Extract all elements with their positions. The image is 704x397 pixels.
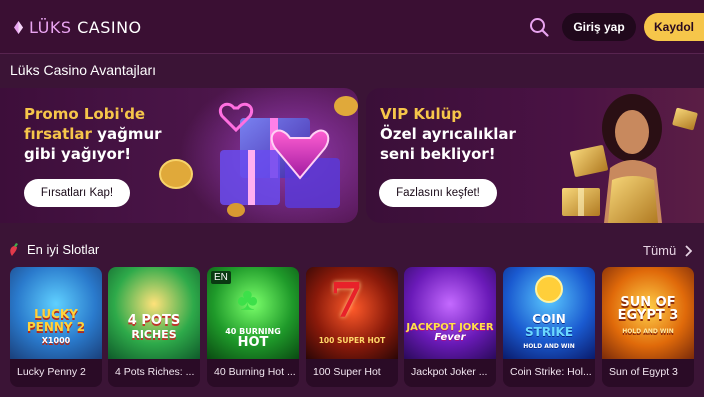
advantages-title: Lüks Casino Avantajları [10, 62, 157, 78]
slot-card[interactable]: 4 POTS RICHES 4 Pots Riches: ... [108, 267, 200, 387]
art-line: JACKPOT JOKER [406, 321, 494, 333]
art-line: HOT [237, 335, 269, 351]
slot-art-title: SUN OF EGYPT 3 HOLD AND WIN [618, 290, 679, 337]
promo-title-line3: gibi yağıyor! [24, 145, 132, 163]
slot-thumbnail: EN ♣ 40 BURNING HOT [207, 267, 299, 359]
art-line: EGYPT 3 [617, 308, 679, 324]
slot-name: Sun of Egypt 3 [609, 366, 678, 378]
register-button[interactable]: Kaydol [644, 13, 704, 41]
search-icon[interactable] [528, 16, 550, 38]
art-line: HOLD AND WIN [622, 327, 674, 335]
logo[interactable]: LÜKS CASINO [14, 16, 142, 38]
slot-name: Lucky Penny 2 [17, 366, 86, 378]
art-line: PENNY 2 [26, 319, 86, 334]
slot-card[interactable]: SUN OF EGYPT 3 HOLD AND WIN Sun of Egypt… [602, 267, 694, 387]
slot-card[interactable]: EN ♣ 40 BURNING HOT 40 Burning Hot ... [207, 267, 299, 387]
slot-name: Jackpot Joker ... [411, 366, 488, 378]
chevron-right-icon [685, 244, 693, 257]
coin-icon [535, 275, 563, 303]
logo-text-part2: CASINO [77, 17, 142, 37]
slot-name: 40 Burning Hot ... [214, 366, 296, 378]
slot-name: Coin Strike: Hol... [510, 366, 592, 378]
login-button[interactable]: Giriş yap [562, 13, 636, 41]
vip-club-banner[interactable]: VIP Kulüp Özel ayrıcalıklar seni bekliyo… [366, 88, 704, 223]
slot-thumbnail: 4 POTS RICHES [108, 267, 200, 359]
promo-title-highlight: fırsatlar [24, 125, 92, 143]
slot-card[interactable]: JACKPOT JOKER Fever Jackpot Joker ... [404, 267, 496, 387]
slot-name: 4 Pots Riches: ... [115, 366, 195, 378]
discover-more-button[interactable]: Fazlasını keşfet! [379, 179, 497, 207]
logo-text: LÜKS CASINO [29, 18, 142, 37]
diamond-icon [14, 20, 23, 34]
art-line: X1000 [41, 336, 71, 346]
slot-thumbnail: LUCKY PENNY 2 X1000 [10, 267, 102, 359]
vip-title-line2: Özel ayrıcalıklar [380, 125, 516, 143]
logo-text-part1: LÜKS [29, 17, 72, 37]
slot-thumbnail: 7 100 SUPER HOT [306, 267, 398, 359]
top-slots-header: En iyi Slotlar [8, 242, 99, 257]
art-line: RICHES [131, 328, 177, 341]
see-all-link[interactable]: Tümü [643, 243, 693, 258]
art-line: Fever [434, 332, 466, 343]
promo-title-rest: yağmur [91, 125, 162, 143]
clover-icon: ♣ [237, 281, 258, 317]
language-badge: EN [211, 271, 231, 284]
slot-art-title: JACKPOT JOKER Fever [406, 283, 493, 344]
vip-title-line3: seni bekliyor! [380, 145, 496, 163]
art-line: 4 POTS [127, 313, 181, 329]
vip-title-line1: VIP Kulüp [380, 105, 463, 123]
seven-icon: 7 [330, 273, 364, 329]
promo-lobby-title: Promo Lobi'de fırsatlar yağmur gibi yağı… [24, 104, 214, 164]
promo-title-line1: Promo Lobi'de [24, 105, 146, 123]
slot-name: 100 Super Hot [313, 366, 381, 378]
top-bar: LÜKS CASINO Giriş yap Kaydol [0, 0, 704, 54]
chili-pepper-icon [10, 242, 18, 256]
slot-art-title: LUCKY PENNY 2 X1000 [27, 280, 85, 346]
promo-lobby-banner[interactable]: Promo Lobi'de fırsatlar yağmur gibi yağı… [0, 88, 358, 223]
slot-thumbnail: COIN STRIKE HOLD AND WIN [503, 267, 595, 359]
top-slots-title: En iyi Slotlar [27, 242, 100, 257]
slot-card[interactable]: LUCKY PENNY 2 X1000 Lucky Penny 2 [10, 267, 102, 387]
slot-art-title: 100 SUPER HOT [318, 336, 386, 345]
art-line: HOLD AND WIN [523, 343, 575, 351]
slot-thumbnail: SUN OF EGYPT 3 HOLD AND WIN [602, 267, 694, 359]
art-line: STRIKE [524, 324, 574, 339]
grab-deals-button[interactable]: Fırsatları Kap! [24, 179, 130, 207]
slot-card[interactable]: 7 100 SUPER HOT 100 Super Hot [306, 267, 398, 387]
slot-card[interactable]: COIN STRIKE HOLD AND WIN Coin Strike: Ho… [503, 267, 595, 387]
vip-club-title: VIP Kulüp Özel ayrıcalıklar seni bekliyo… [380, 104, 580, 164]
see-all-label: Tümü [643, 243, 677, 258]
slot-art-title: 4 POTS RICHES [128, 284, 180, 341]
slot-thumbnail: JACKPOT JOKER Fever [404, 267, 496, 359]
